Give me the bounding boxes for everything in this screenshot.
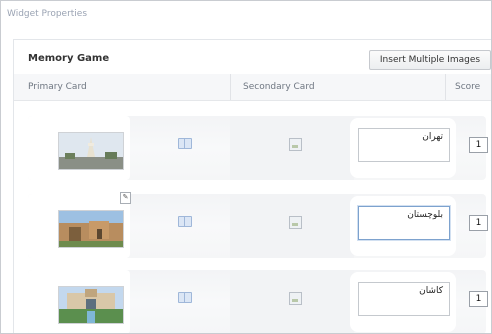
column-divider: [445, 74, 446, 100]
card-icon: [178, 216, 192, 227]
edit-icon[interactable]: ✎: [120, 192, 131, 204]
primary-card-image[interactable]: [58, 286, 124, 324]
column-header-row: Primary Card Secondary Card Score: [14, 74, 491, 101]
primary-card-cell[interactable]: [28, 116, 130, 180]
image-placeholder-icon: [289, 138, 302, 151]
secondary-card-text[interactable]: کاشان: [358, 282, 450, 316]
primary-card-image[interactable]: [58, 132, 124, 170]
score-input[interactable]: 1: [469, 215, 488, 231]
column-primary-card: Primary Card: [28, 82, 87, 92]
panel-title: Memory Game: [28, 53, 110, 64]
memory-game-panel: Memory Game Insert Multiple Images Prima…: [13, 39, 491, 333]
column-divider: [230, 74, 231, 100]
image-placeholder-icon: [289, 292, 302, 305]
primary-card-cell[interactable]: ✎: [28, 192, 131, 258]
card-icon: [178, 138, 192, 149]
secondary-card-text[interactable]: تهران: [358, 128, 450, 162]
panel-header: Memory Game Insert Multiple Images: [14, 40, 491, 75]
column-score: Score: [455, 82, 481, 92]
card-row: تهران 1: [14, 116, 491, 190]
card-row: کاشان 1: [14, 270, 491, 333]
primary-card-cell[interactable]: [28, 270, 130, 333]
column-secondary-card: Secondary Card: [243, 82, 315, 92]
primary-card-image[interactable]: [58, 210, 124, 248]
card-row: ✎ بلوچستان 1: [14, 192, 491, 268]
score-input[interactable]: 1: [469, 291, 488, 307]
score-input[interactable]: 1: [469, 137, 488, 153]
secondary-card-text[interactable]: بلوچستان: [358, 206, 450, 240]
image-placeholder-icon: [289, 216, 302, 229]
window-title: Widget Properties: [7, 9, 88, 19]
widget-properties-window: Widget Properties Memory Game Insert Mul…: [0, 0, 492, 334]
insert-multiple-images-button[interactable]: Insert Multiple Images: [369, 50, 491, 70]
card-icon: [178, 292, 192, 303]
